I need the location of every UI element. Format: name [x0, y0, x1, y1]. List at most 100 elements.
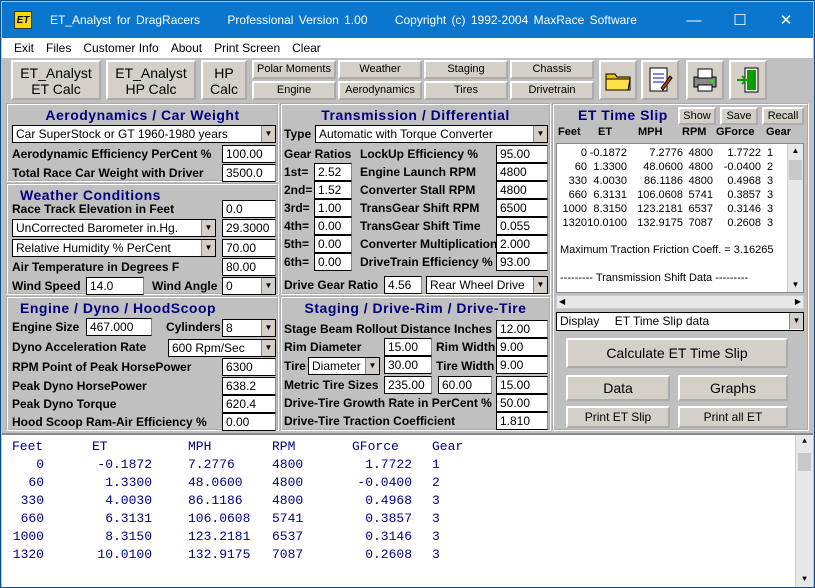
shift-rpm-field[interactable]: 6500 — [496, 199, 548, 217]
scroll-left-icon[interactable]: ◀ — [559, 296, 565, 308]
tire-diameter-field[interactable]: 30.00 — [384, 356, 432, 374]
scroll-up-icon[interactable]: ▲ — [788, 144, 803, 158]
chassis-button[interactable]: Chassis — [510, 60, 594, 79]
tire-width-field[interactable]: 9.00 — [496, 356, 548, 374]
calculate-button[interactable]: Calculate ET Time Slip — [566, 338, 788, 368]
drivetrain-eff-field[interactable]: 93.00 — [496, 253, 548, 271]
printer-icon[interactable] — [686, 60, 724, 100]
engine-size-field[interactable]: 467.000 — [86, 318, 152, 336]
humidity-field[interactable]: 70.00 — [222, 239, 276, 257]
gear-6-field[interactable]: 0.00 — [314, 253, 352, 271]
metric-aspect-field[interactable]: 60.00 — [438, 376, 492, 394]
output-cell: 7.2776 — [188, 457, 235, 472]
output-header-cell: MPH — [188, 439, 212, 454]
graphs-button[interactable]: Graphs — [678, 375, 788, 401]
output-cell: 4800 — [272, 457, 304, 472]
staging-button[interactable]: Staging — [424, 60, 508, 79]
drive-ratio-field[interactable]: 4.56 — [384, 276, 422, 294]
menu-about[interactable]: About — [171, 41, 202, 55]
peak-torque-field[interactable]: 620.4 — [222, 395, 276, 413]
scroll-down-icon[interactable]: ▼ — [796, 573, 813, 587]
car-weight-field[interactable]: 3500.0 — [222, 164, 276, 182]
elevation-field[interactable]: 0.0 — [222, 200, 276, 218]
slip-recall-button[interactable]: Recall — [762, 107, 804, 125]
open-folder-icon[interactable] — [599, 60, 637, 100]
launch-rpm-field[interactable]: 4800 — [496, 163, 548, 181]
slip-hscrollbar[interactable]: ◀ ▶ — [556, 295, 804, 309]
converter-mult-field[interactable]: 2.000 — [496, 235, 548, 253]
wind-angle-select[interactable]: 0 ▼ — [222, 277, 276, 295]
menu-files[interactable]: Files — [46, 41, 71, 55]
tires-button[interactable]: Tires — [424, 81, 508, 100]
gear-3-field[interactable]: 1.00 — [314, 199, 352, 217]
gear-2-field[interactable]: 1.52 — [314, 181, 352, 199]
dyno-accel-select[interactable]: 600 Rpm/Sec ▼ — [168, 339, 276, 357]
scroll-right-icon[interactable]: ▶ — [795, 296, 801, 308]
hp-calc-analyst-button[interactable]: ET_Analyst HP Calc — [106, 60, 196, 100]
chevron-down-icon: ▼ — [261, 340, 275, 356]
output-cell: 3 — [432, 529, 440, 544]
drive-type-select[interactable]: Rear Wheel Drive ▼ — [426, 276, 548, 294]
engine-button[interactable]: Engine — [252, 81, 336, 100]
tire-mode-select[interactable]: Diameter ▼ — [308, 357, 380, 375]
et-calc-button[interactable]: ET_Analyst ET Calc — [11, 60, 101, 100]
menu-print-screen[interactable]: Print Screen — [214, 41, 280, 55]
gear-5-field[interactable]: 0.00 — [314, 235, 352, 253]
rollout-field[interactable]: 12.00 — [496, 320, 548, 338]
traction-coeff-field[interactable]: 1.810 — [496, 412, 548, 430]
slip-scrollbar[interactable]: ▲ ▼ — [787, 144, 803, 292]
menu-customer-info[interactable]: Customer Info — [83, 41, 158, 55]
drivetrain-button[interactable]: Drivetrain — [510, 81, 594, 100]
drivetrain-eff-label: DriveTrain Efficiency % — [360, 255, 493, 269]
peak-hp-field[interactable]: 638.2 — [222, 377, 276, 395]
aero-efficiency-field[interactable]: 100.00 — [222, 145, 276, 163]
slip-cell: 86.1186 — [644, 175, 683, 187]
scroll-thumb[interactable] — [798, 453, 811, 471]
stall-rpm-field[interactable]: 4800 — [496, 181, 548, 199]
cylinders-select[interactable]: 8 ▼ — [222, 319, 276, 337]
metric-rim-field[interactable]: 15.00 — [496, 376, 548, 394]
shift-time-field[interactable]: 0.055 — [496, 217, 548, 235]
metric-width-field[interactable]: 235.00 — [384, 376, 432, 394]
polar-moments-button[interactable]: Polar Moments — [252, 60, 336, 79]
menu-exit[interactable]: Exit — [14, 41, 34, 55]
minimize-icon[interactable]: — — [671, 2, 717, 38]
data-button[interactable]: Data — [566, 375, 670, 401]
chevron-down-icon: ▼ — [261, 126, 275, 142]
gear-1-field[interactable]: 2.52 — [314, 163, 352, 181]
scroll-up-icon[interactable]: ▲ — [796, 435, 813, 449]
exit-door-icon[interactable] — [729, 60, 767, 100]
rim-diameter-field[interactable]: 15.00 — [384, 338, 432, 356]
tire-growth-field[interactable]: 50.00 — [496, 394, 548, 412]
rpm-peak-field[interactable]: 6300 — [222, 358, 276, 376]
aerodynamics-button[interactable]: Aerodynamics — [338, 81, 422, 100]
notepad-edit-icon[interactable] — [641, 60, 679, 100]
output-cell: 0 — [36, 457, 44, 472]
print-all-button[interactable]: Print all ET — [678, 406, 788, 428]
lockup-eff-field[interactable]: 95.00 — [496, 145, 548, 163]
wind-speed-field[interactable]: 14.0 — [86, 277, 144, 295]
menu-clear[interactable]: Clear — [292, 41, 321, 55]
output-area[interactable]: Feet ET MPH RPM GForce Gear 0 -0.1872 7.2776 4800… — [2, 433, 813, 587]
hood-scoop-field[interactable]: 0.00 — [222, 413, 276, 431]
car-type-select[interactable]: Car SuperStock or GT 1960-1980 years ▼ — [12, 125, 276, 143]
scroll-thumb[interactable] — [789, 160, 802, 180]
barometer-field[interactable]: 29.3000 — [222, 219, 276, 237]
humidity-type-select[interactable]: Relative Humidity % PerCent ▼ — [12, 239, 216, 257]
print-slip-button[interactable]: Print ET Slip — [566, 406, 670, 428]
trans-type-select[interactable]: Automatic with Torque Converter ▼ — [315, 125, 548, 143]
weather-button[interactable]: Weather — [338, 60, 422, 79]
hp-calc-button[interactable]: HP Calc — [201, 60, 247, 100]
barometer-type-select[interactable]: UnCorrected Barometer in.Hg. ▼ — [12, 219, 216, 237]
maximize-icon[interactable]: ☐ — [717, 2, 763, 38]
display-select[interactable]: Display ET Time Slip data ▼ — [556, 312, 804, 331]
scroll-down-icon[interactable]: ▼ — [788, 278, 803, 292]
rim-width-field[interactable]: 9.00 — [496, 338, 548, 356]
output-scrollbar[interactable]: ▲ ▼ — [795, 435, 813, 587]
slip-save-button[interactable]: Save — [720, 107, 758, 125]
slip-show-button[interactable]: Show — [678, 107, 716, 125]
slip-list[interactable]: 0 -0.1872 7.2776 4800 1.7722 1 60 1.3300 48.0600… — [556, 143, 804, 293]
close-icon[interactable]: ✕ — [763, 2, 809, 38]
air-temp-field[interactable]: 80.00 — [222, 258, 276, 276]
gear-4-field[interactable]: 0.00 — [314, 217, 352, 235]
